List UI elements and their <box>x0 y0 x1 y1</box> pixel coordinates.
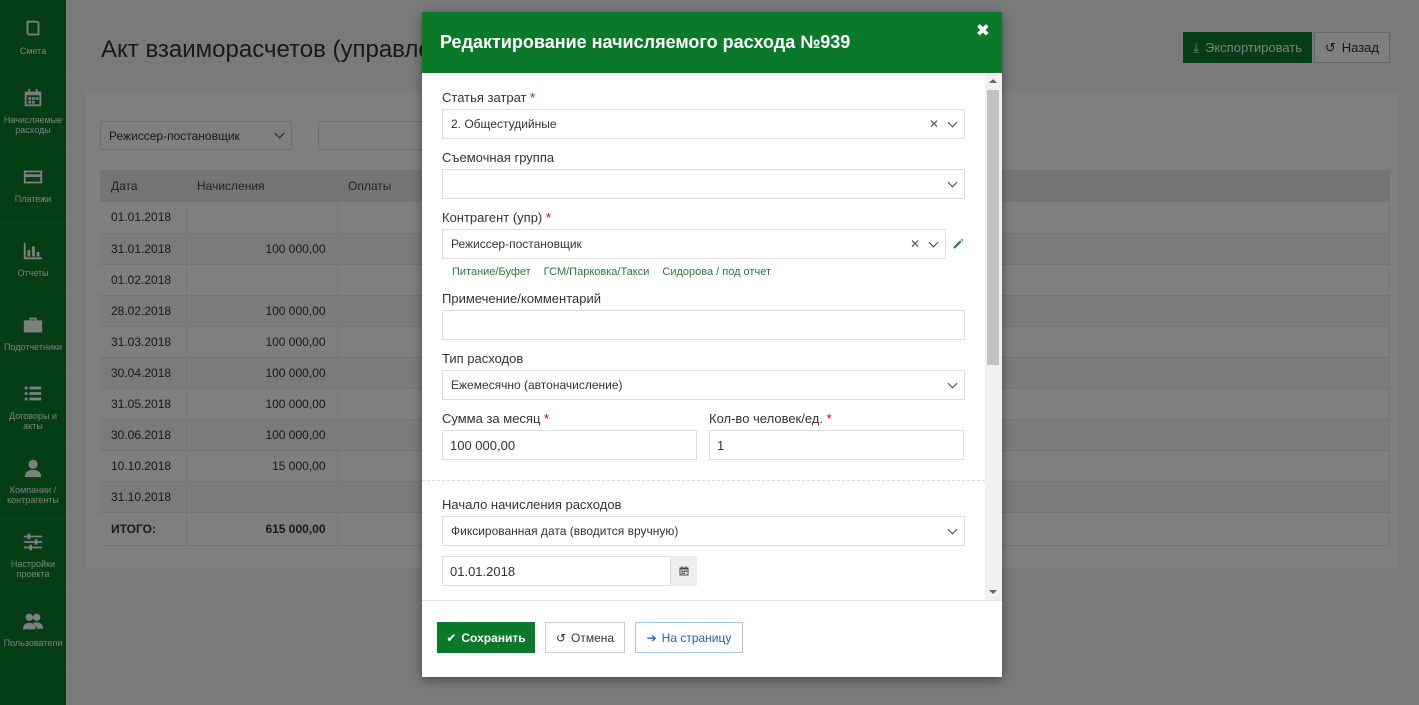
cancel-button[interactable]: ↺ Отмена <box>545 622 625 653</box>
chevron-down-icon <box>947 177 958 187</box>
section-divider <box>422 480 985 481</box>
calendar-button[interactable] <box>670 556 697 586</box>
cost-item-value: 2. Общестудийные <box>451 117 557 131</box>
quick-link[interactable]: Сидорова / под отчет <box>662 266 771 278</box>
quantity-label: Кол-во человек/ед. * <box>709 411 832 426</box>
counterparty-select[interactable]: Режиссер-постановщик ✕ <box>442 229 946 259</box>
scroll-down-arrow-icon[interactable] <box>989 590 997 594</box>
close-icon[interactable]: ✖ <box>976 21 990 41</box>
quick-link[interactable]: ГСМ/Парковка/Такси <box>544 266 650 278</box>
arrow-right-icon: ➔ <box>646 630 657 645</box>
chevron-down-icon <box>947 378 958 388</box>
start-date-input[interactable]: 01.01.2018 <box>442 556 697 586</box>
counterparty-label: Контрагент (упр) * <box>442 210 551 225</box>
accrual-start-value: Фиксированная дата (вводится вручную) <box>451 524 679 538</box>
save-button[interactable]: ✔ Сохранить <box>437 622 535 653</box>
cost-item-select[interactable]: 2. Общестудийные ✕ <box>442 109 965 139</box>
counterparty-quick-links: Питание/Буфет ГСМ/Парковка/Такси Сидоров… <box>452 266 771 278</box>
accrual-start-label: Начало начисления расходов <box>442 497 622 512</box>
comment-label: Примечение/комментарий <box>442 291 601 306</box>
counterparty-value: Режиссер-постановщик <box>451 237 582 251</box>
clear-icon[interactable]: ✕ <box>929 117 939 131</box>
save-label: Сохранить <box>461 630 526 645</box>
pencil-icon[interactable] <box>952 237 965 250</box>
monthly-sum-input[interactable]: 100 000,00 <box>442 430 697 460</box>
clear-icon[interactable]: ✕ <box>910 237 920 251</box>
modal-scrollbar[interactable] <box>985 73 1002 600</box>
chevron-down-icon <box>947 524 958 534</box>
expense-type-value: Ежемесячно (автоначисление) <box>451 378 623 392</box>
quantity-input[interactable]: 1 <box>709 430 964 460</box>
crew-select[interactable] <box>442 169 965 199</box>
crew-label: Съемочная группа <box>442 150 555 165</box>
expense-type-label: Тип расходов <box>442 351 524 366</box>
to-page-label: На страницу <box>661 630 732 645</box>
modal-body: Статья затрат * 2. Общестудийные ✕ Съемо… <box>422 73 1002 600</box>
cancel-label: Отмена <box>571 630 615 645</box>
cost-item-label: Статья затрат * <box>442 90 536 105</box>
scrollbar-thumb[interactable] <box>987 90 999 365</box>
expense-type-select[interactable]: Ежемесячно (автоначисление) <box>442 370 965 400</box>
scroll-up-arrow-icon[interactable] <box>989 79 997 83</box>
modal-footer: ✔ Сохранить ↺ Отмена ➔ На страницу <box>422 600 1002 677</box>
to-page-button[interactable]: ➔ На страницу <box>635 622 743 653</box>
monthly-sum-label: Сумма за месяц * <box>442 411 550 426</box>
modal-header: Редактирование начисляемого расхода №939… <box>422 12 1002 73</box>
accrual-start-select[interactable]: Фиксированная дата (вводится вручную) <box>442 516 965 546</box>
calendar-icon <box>679 566 689 576</box>
quick-link[interactable]: Питание/Буфет <box>452 266 531 278</box>
edit-expense-modal: Редактирование начисляемого расхода №939… <box>422 12 1002 677</box>
chevron-down-icon <box>947 117 958 127</box>
undo-icon: ↺ <box>555 630 566 645</box>
check-icon: ✔ <box>446 630 457 645</box>
modal-title: Редактирование начисляемого расхода №939 <box>440 32 851 52</box>
comment-input[interactable] <box>442 310 965 340</box>
chevron-down-icon <box>928 237 939 247</box>
